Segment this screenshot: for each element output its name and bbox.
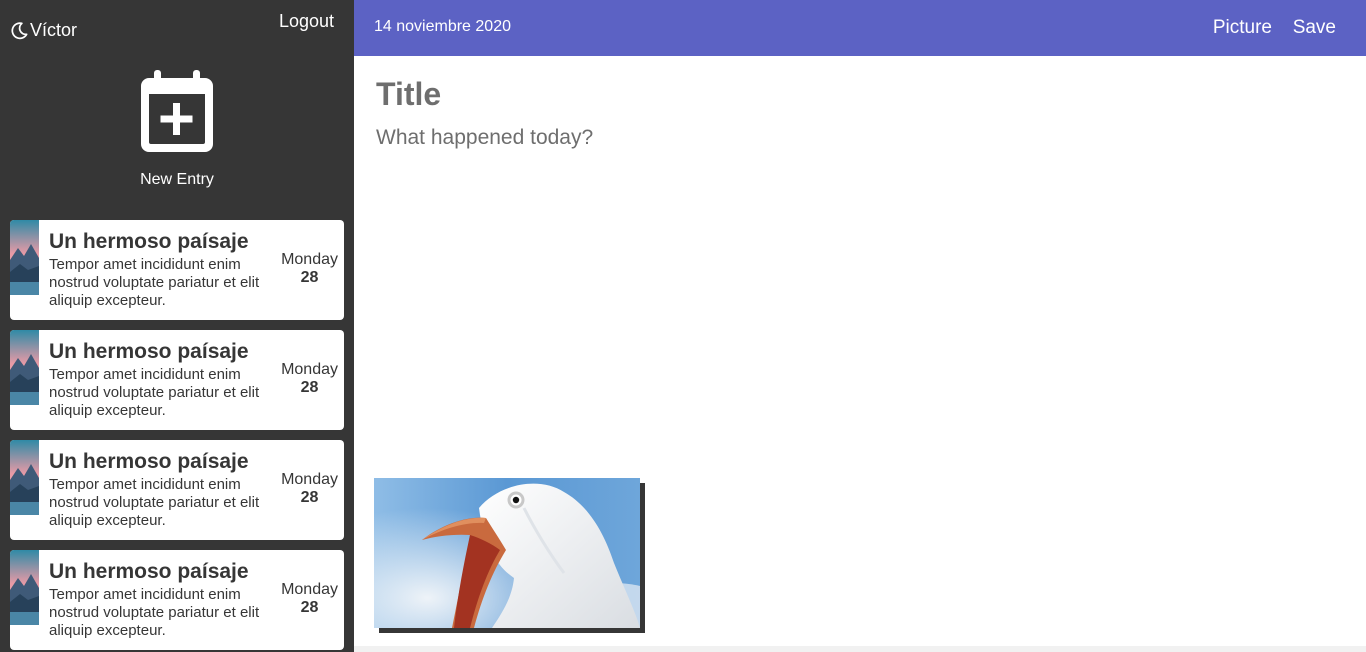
entry-card[interactable]: Un hermoso paísaje Tempor amet incididun… (10, 550, 344, 650)
entry-date: Monday 28 (281, 581, 338, 617)
new-entry-label: New Entry (140, 171, 214, 188)
entry-title: Un hermoso paísaje (49, 560, 249, 583)
moon-icon (11, 22, 28, 40)
entry-day-number: 28 (300, 269, 319, 286)
bottom-strip (354, 646, 1366, 652)
entry-day-number: 28 (300, 489, 319, 506)
landscape-thumbnail (10, 550, 39, 625)
entry-card[interactable]: Un hermoso paísaje Tempor amet incididun… (10, 330, 344, 430)
entry-date: Monday 28 (281, 471, 338, 507)
entry-list: Un hermoso paísaje Tempor amet incididun… (10, 220, 344, 652)
entry-date: Monday 28 (281, 361, 338, 397)
entry-card[interactable]: Un hermoso paísaje Tempor amet incididun… (10, 440, 344, 540)
entry-day: Monday (281, 581, 338, 598)
entry-title: Un hermoso paísaje (49, 450, 249, 473)
current-date: 14 noviembre 2020 (374, 18, 511, 35)
user-name-label: Víctor (30, 20, 78, 40)
entry-date: Monday 28 (281, 251, 338, 287)
title-input[interactable] (376, 76, 1336, 113)
logout-button[interactable]: Logout (279, 11, 334, 32)
seagull-photo (374, 478, 640, 628)
entry-body: Tempor amet incididunt enim nostrud volu… (49, 256, 260, 309)
entry-day: Monday (281, 251, 338, 268)
user-name: Víctor (10, 20, 77, 41)
entry-title: Un hermoso paísaje (49, 340, 249, 363)
new-entry-button[interactable]: New Entry (0, 70, 354, 195)
top-bar: 14 noviembre 2020 Picture Save (354, 0, 1366, 56)
entry-day-number: 28 (300, 599, 319, 616)
entry-body: Tempor amet incididunt enim nostrud volu… (49, 476, 260, 529)
calendar-plus-icon (141, 70, 213, 152)
entry-day-number: 28 (300, 379, 319, 396)
entry-card[interactable]: Un hermoso paísaje Tempor amet incididun… (10, 220, 344, 320)
sidebar: Víctor Logout New Entry Un hermoso paísa… (0, 0, 354, 652)
entry-body: Tempor amet incididunt enim nostrud volu… (49, 586, 260, 639)
save-button[interactable]: Save (1293, 17, 1336, 39)
picture-button[interactable]: Picture (1213, 17, 1272, 39)
landscape-thumbnail (10, 220, 39, 295)
landscape-thumbnail (10, 330, 39, 405)
entry-day: Monday (281, 471, 338, 488)
entry-photo[interactable] (374, 478, 640, 628)
entry-body: Tempor amet incididunt enim nostrud volu… (49, 366, 260, 419)
entry-day: Monday (281, 361, 338, 378)
landscape-thumbnail (10, 440, 39, 515)
entry-body-textarea[interactable] (376, 126, 1336, 446)
entry-title: Un hermoso paísaje (49, 230, 249, 253)
